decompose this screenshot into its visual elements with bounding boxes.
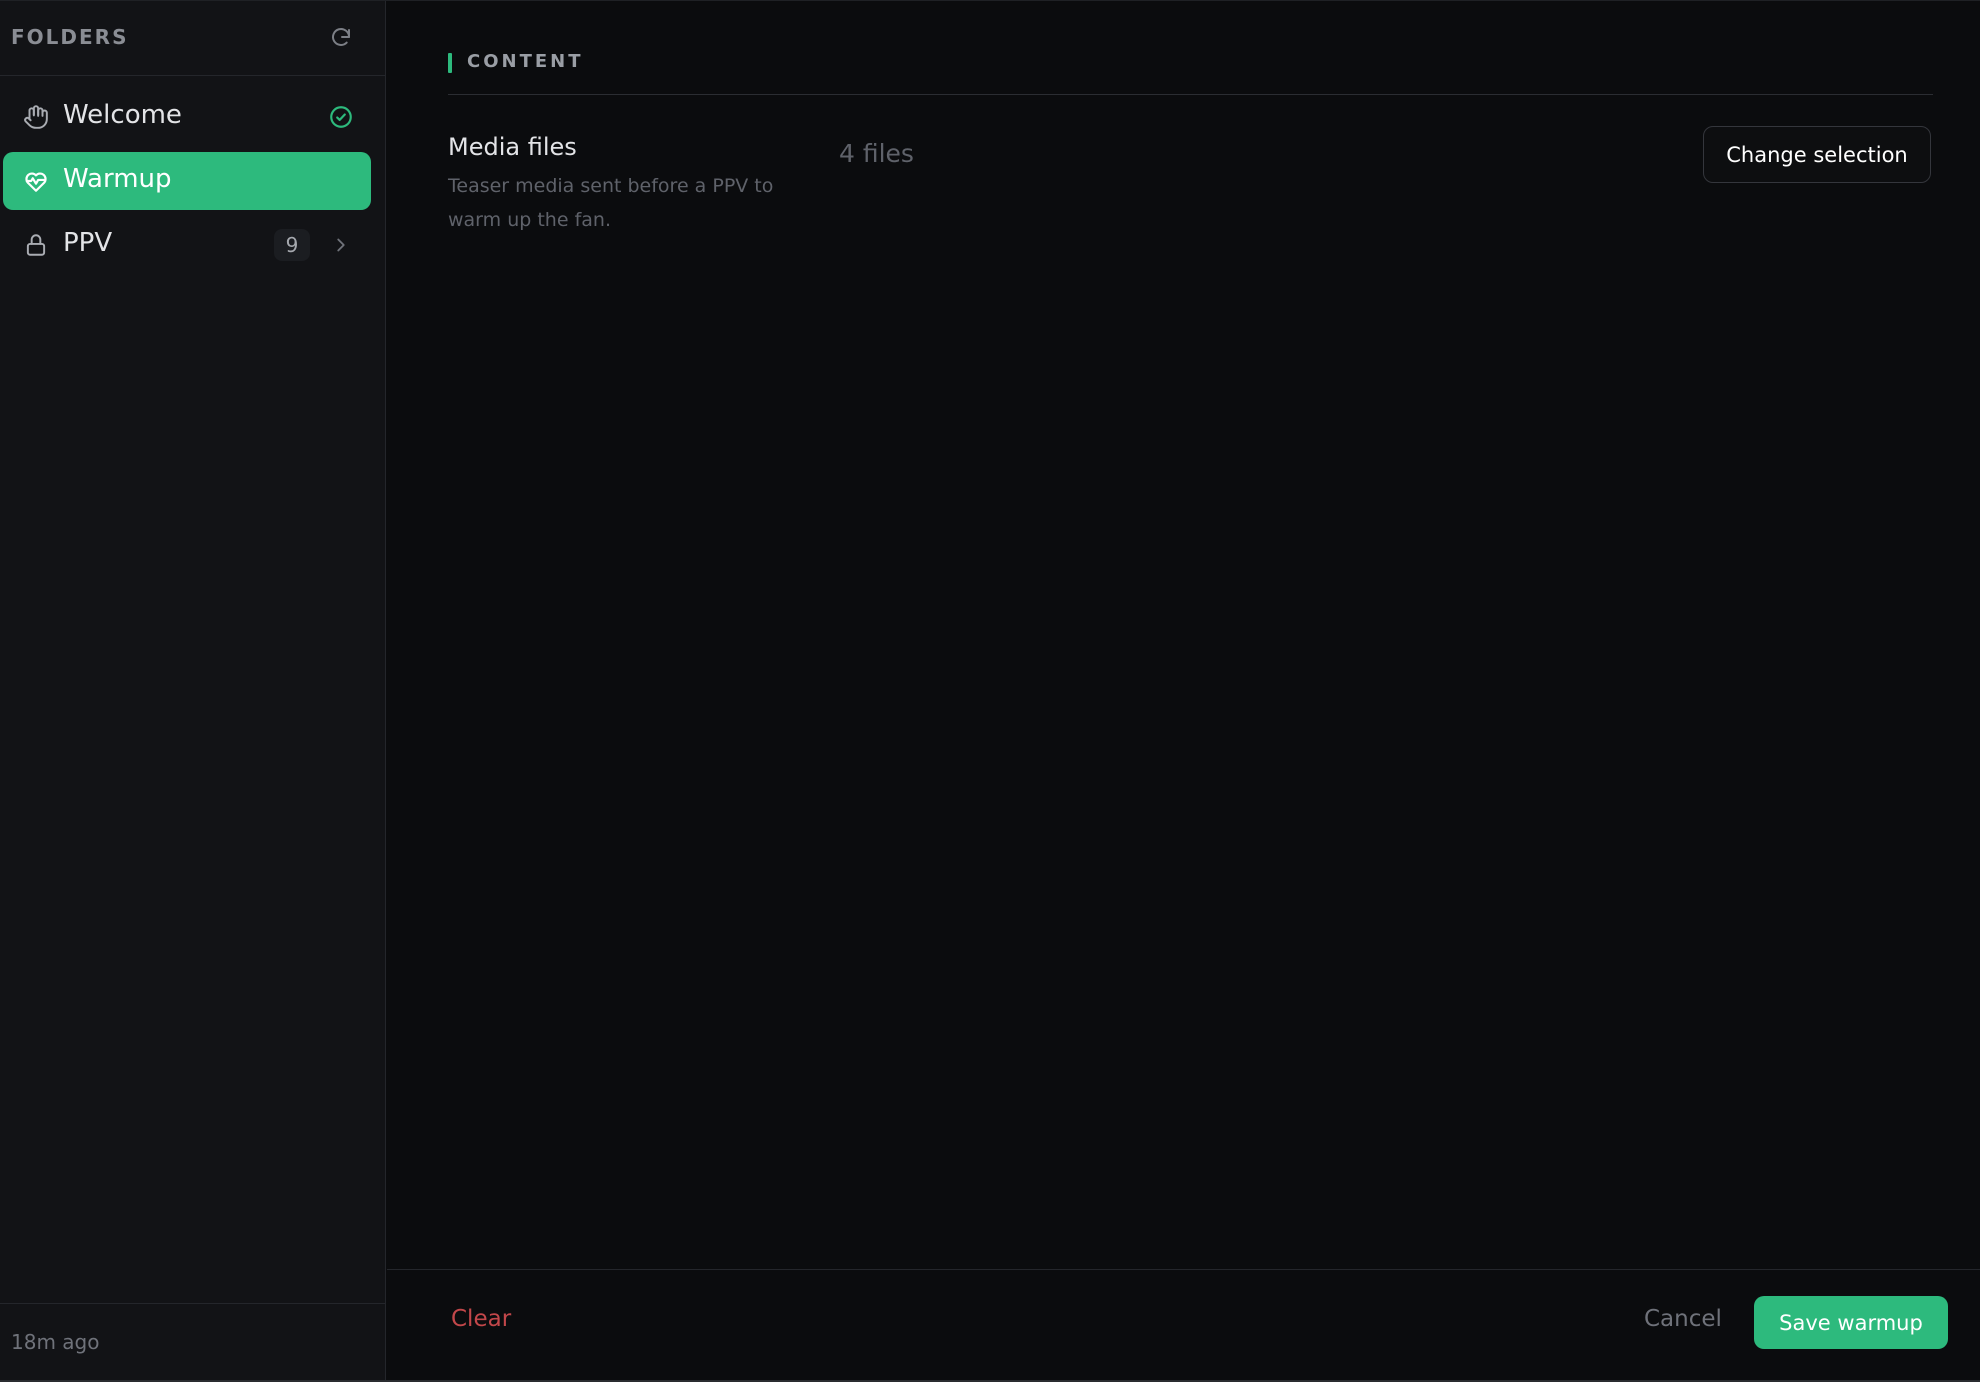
count-badge: 9: [274, 229, 310, 261]
save-warmup-button[interactable]: Save warmup: [1754, 1296, 1948, 1349]
last-updated-text: 18m ago: [11, 1330, 100, 1354]
main-panel: CONTENT Media files Teaser media sent be…: [387, 1, 1980, 1270]
heart-pulse-icon: [22, 167, 50, 195]
media-files-label: Media files: [448, 133, 577, 161]
folders-sidebar: FOLDERS Welcome Warmup PPV 9 18m ago: [0, 1, 386, 1380]
sidebar-header: FOLDERS: [0, 1, 385, 76]
folder-label: Warmup: [63, 164, 172, 194]
section-accent-bar: [448, 53, 452, 73]
sidebar-title: FOLDERS: [11, 25, 129, 49]
check-circle-icon: [328, 104, 354, 130]
folder-item-ppv[interactable]: PPV 9: [3, 216, 371, 274]
section-title: CONTENT: [467, 51, 584, 72]
hand-icon: [22, 103, 50, 131]
lock-icon: [22, 231, 50, 259]
clear-button[interactable]: Clear: [451, 1306, 511, 1332]
sidebar-footer: 18m ago: [0, 1303, 385, 1380]
app-window: FOLDERS Welcome Warmup PPV 9 18m ago CON…: [0, 0, 1980, 1382]
cancel-button[interactable]: Cancel: [1644, 1306, 1722, 1332]
folder-label: Welcome: [63, 100, 182, 130]
media-files-row: Media files Teaser media sent before a P…: [448, 126, 1933, 239]
media-files-description: Teaser media sent before a PPV to warm u…: [448, 175, 774, 231]
change-selection-button[interactable]: Change selection: [1703, 126, 1931, 183]
folder-item-warmup[interactable]: Warmup: [3, 152, 371, 210]
refresh-icon[interactable]: [326, 23, 356, 53]
action-bar: Clear Cancel Save warmup: [387, 1269, 1980, 1381]
folder-item-welcome[interactable]: Welcome: [3, 88, 371, 146]
folder-label: PPV: [63, 228, 113, 258]
media-files-count: 4 files: [839, 139, 914, 168]
section-header: CONTENT: [448, 51, 1933, 95]
folder-list: Welcome Warmup PPV 9: [3, 88, 371, 280]
chevron-right-icon[interactable]: [330, 233, 352, 257]
